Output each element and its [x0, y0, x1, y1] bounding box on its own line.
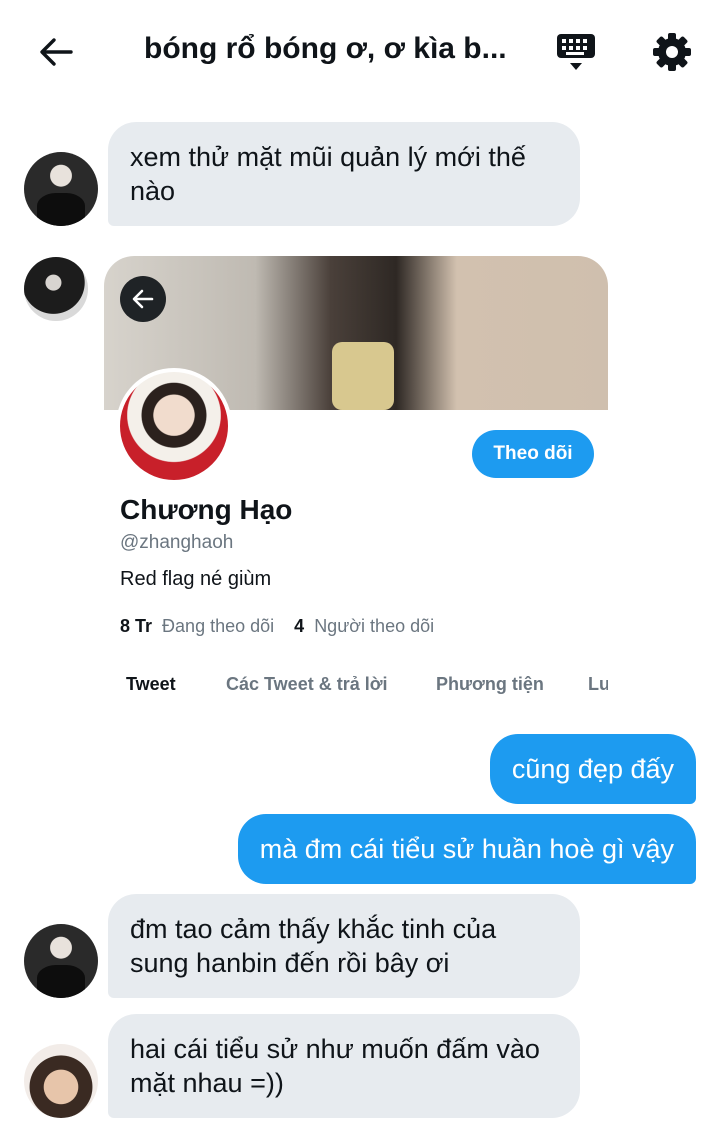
followers-label: Người theo dõi — [314, 616, 435, 636]
message-bubble-outgoing[interactable]: mà đm cái tiểu sử huần hoè gì vậy — [237, 814, 696, 884]
message-bubble-incoming[interactable]: đm tao cảm thấy khắc tinh của sung hanbi… — [108, 894, 580, 998]
follow-button[interactable]: Theo dõi — [472, 430, 594, 478]
message-bubble-incoming[interactable]: hai cái tiểu sử như muốn đấm vào mặt nha… — [108, 1014, 580, 1118]
profile-handle: @zhanghaoh — [120, 532, 234, 553]
sender-avatar[interactable] — [24, 152, 98, 226]
profile-avatar[interactable] — [116, 368, 232, 484]
arrow-left-icon — [132, 289, 154, 309]
profile-name: Chương Hạo — [120, 494, 293, 525]
followers-stat[interactable]: 4 Người theo dõi — [294, 616, 434, 636]
profile-tabs: Tweet Các Tweet & trả lời Phương tiện Lư — [104, 674, 608, 714]
card-back-button[interactable] — [120, 276, 166, 322]
conversation-title[interactable]: bóng rổ bóng ơ, ơ kìa b... — [144, 32, 514, 66]
tab-tweets-replies[interactable]: Các Tweet & trả lời — [226, 674, 388, 695]
tab-likes[interactable]: Lư — [588, 674, 608, 695]
keyboard-button[interactable] — [552, 30, 600, 74]
settings-button[interactable] — [648, 28, 696, 76]
keyboard-icon — [557, 34, 595, 70]
following-count: 8 Tr — [120, 616, 153, 636]
message-bubble-incoming[interactable]: xem thử mặt mũi quản lý mới thế nào — [108, 122, 580, 226]
sender-avatar[interactable] — [24, 924, 98, 998]
profile-stats: 8 Tr Đang theo dõi 4 Người theo dõi — [120, 616, 434, 637]
following-stat[interactable]: 8 Tr Đang theo dõi — [120, 616, 274, 636]
followers-count: 4 — [294, 616, 305, 636]
gear-icon — [653, 33, 691, 71]
sender-avatar[interactable] — [24, 257, 88, 321]
shared-profile-card[interactable]: Theo dõi Chương Hạo @zhanghaoh Red flag … — [104, 256, 608, 716]
back-button[interactable] — [34, 30, 78, 74]
profile-bio: Red flag né giùm — [120, 568, 272, 590]
arrow-left-icon — [40, 38, 73, 66]
chat-header: bóng rổ bóng ơ, ơ kìa b... — [0, 0, 720, 104]
message-bubble-outgoing[interactable]: cũng đẹp đấy — [489, 734, 696, 804]
tab-tweets[interactable]: Tweet — [126, 674, 176, 695]
following-label: Đang theo dõi — [162, 616, 275, 636]
sender-avatar[interactable] — [24, 1044, 98, 1118]
tab-media[interactable]: Phương tiện — [436, 674, 544, 695]
banner-phone-image — [332, 342, 394, 410]
